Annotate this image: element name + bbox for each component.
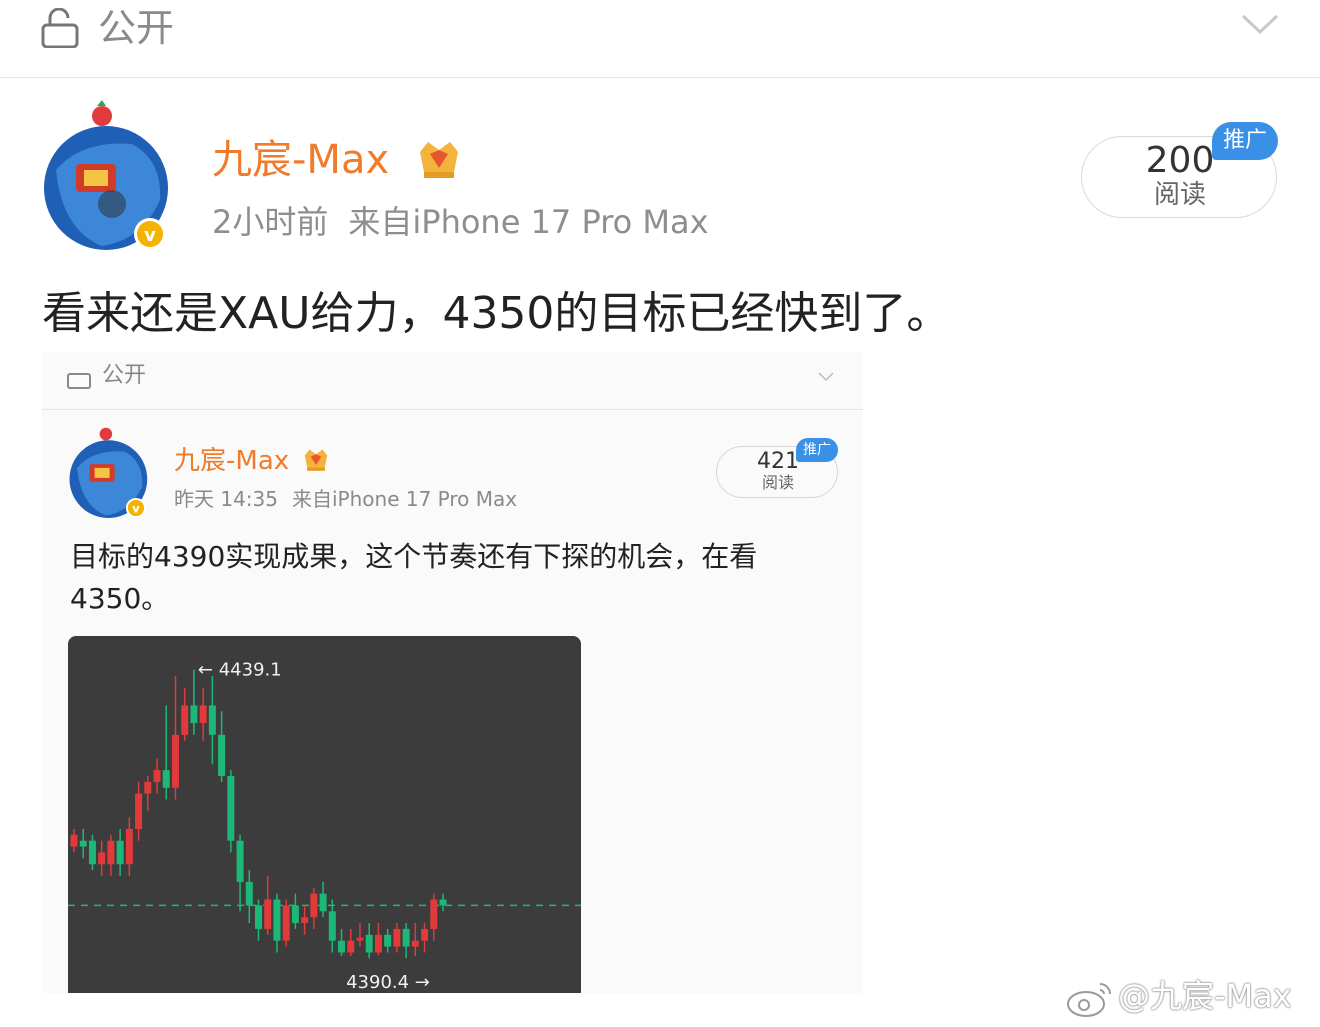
watermark-text: @九宸-Max [1118, 977, 1292, 1015]
candle-body [245, 881, 253, 906]
candle-body [79, 840, 87, 847]
promo-badge[interactable]: 推广 [1212, 122, 1278, 160]
candle-body [135, 793, 143, 829]
candle-body [421, 928, 429, 941]
candle-body [338, 940, 346, 953]
watermark: @九宸-Max [1066, 974, 1292, 1018]
embedded-post-meta: 昨天 14:35 来自iPhone 17 Pro Max [174, 484, 517, 514]
candle-body [125, 828, 133, 865]
candle-body [218, 734, 226, 776]
unlock-icon [41, 8, 79, 48]
embedded-promo-badge: 推广 [796, 438, 838, 462]
embedded-author-name: 九宸-Max [174, 446, 290, 476]
candle-body [171, 734, 179, 788]
candle-body [264, 899, 272, 929]
embedded-post-time: 昨天 14:35 [174, 487, 278, 511]
candle-body [199, 705, 207, 724]
low-label: 4390.4 → [346, 972, 430, 993]
candle-body [282, 905, 290, 941]
candle-body [181, 705, 189, 735]
candle-body [255, 905, 262, 929]
candle-body [328, 911, 336, 941]
avatar[interactable]: v [42, 100, 172, 250]
post-source: 来自iPhone 17 Pro Max [348, 203, 709, 241]
candlestick-chart-svg: ← 4439.1 4390.4 → [68, 660, 581, 993]
candle-body [153, 770, 161, 782]
post-text: 看来还是XAU给力，4350的目标已经快到了。 [42, 288, 951, 339]
candle-body [310, 893, 318, 918]
candle-body [356, 937, 364, 941]
high-label: ← 4439.1 [198, 660, 282, 681]
embedded-post-source: 来自iPhone 17 Pro Max [292, 487, 518, 511]
candle-body [144, 781, 152, 794]
candle-body [116, 840, 124, 865]
embedded-views-label: 阅读 [761, 473, 794, 492]
candle-body [162, 770, 170, 788]
candle-body [190, 705, 198, 724]
embedded-post-text: 目标的4390实现成果，这个节奏还有下探的机会，在看4350。 [70, 540, 758, 615]
candle-body [384, 934, 392, 947]
candlestick-chart: ← 4439.1 4390.4 → [68, 636, 581, 993]
visibility-bar[interactable]: 公开 [0, 0, 1320, 78]
chevron-down-icon [818, 372, 834, 382]
post-meta: 2小时前 来自iPhone 17 Pro Max [212, 200, 709, 244]
candle-body [98, 852, 106, 865]
candle-body [393, 928, 401, 947]
unlock-icon [67, 373, 91, 389]
vip-crown-icon [420, 142, 458, 178]
candle-body [402, 928, 410, 947]
embedded-avatar: v [69, 427, 148, 518]
embedded-visibility-label: 公开 [102, 363, 147, 388]
author-name[interactable]: 九宸-Max [212, 134, 389, 186]
candle-body [273, 899, 281, 941]
candle-body [236, 840, 244, 882]
candle-body [208, 705, 216, 735]
candle-body [439, 899, 447, 906]
embedded-visibility-bar: 公开 [42, 352, 863, 410]
candle-body [347, 940, 355, 953]
svg-text:v: v [144, 225, 156, 246]
candle-body [291, 905, 299, 924]
candle-body [411, 940, 419, 947]
candle-group [70, 669, 447, 959]
vip-crown-icon [304, 449, 328, 471]
candle-body [301, 917, 309, 924]
views-label: 阅读 [1153, 180, 1206, 210]
visibility-label: 公开 [98, 6, 175, 50]
svg-text:v: v [132, 502, 140, 515]
chevron-down-icon[interactable] [1240, 12, 1280, 36]
embedded-screenshot[interactable]: 公开 v 九宸-Max 昨天 14:35 来自iPhone 17 Pro Max … [42, 352, 863, 993]
candle-body [107, 840, 115, 865]
candle-body [70, 834, 78, 847]
candle-body [227, 776, 235, 841]
candle-body [319, 893, 327, 912]
candle-body [88, 840, 96, 865]
candle-body [374, 934, 382, 953]
candle-body [430, 899, 438, 929]
candle-body [365, 934, 373, 953]
post-time: 2小时前 [212, 203, 329, 241]
